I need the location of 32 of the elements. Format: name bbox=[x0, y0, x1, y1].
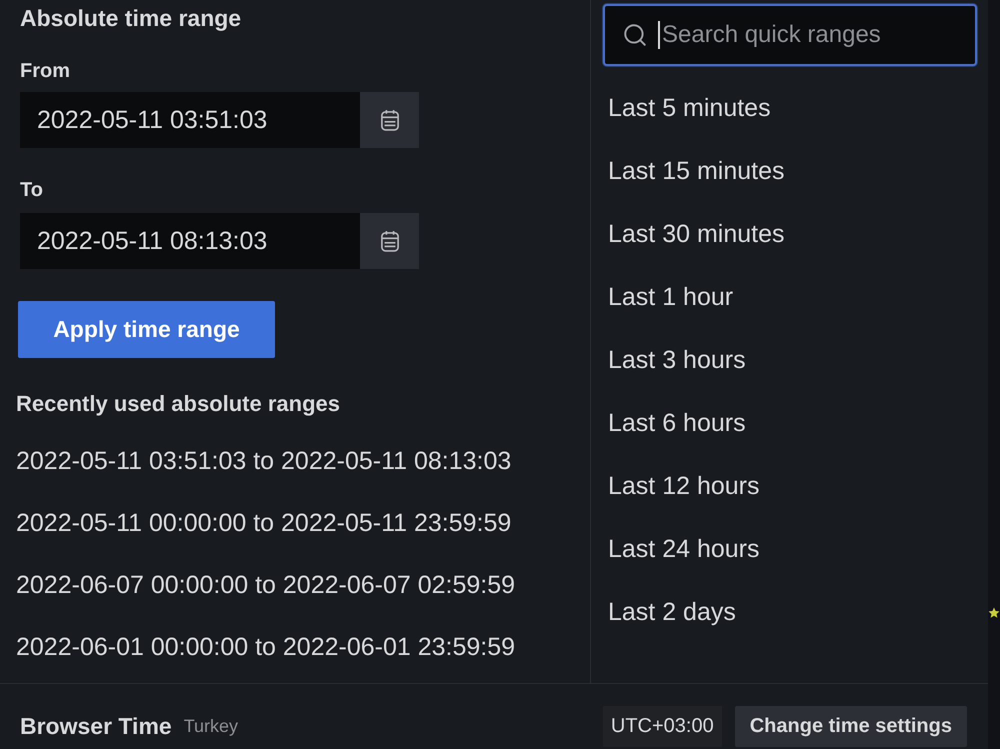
date-input[interactable]: 2022-05-11 08:13:03 bbox=[20, 213, 360, 269]
change-settings-button[interactable]: Change time settings bbox=[734, 706, 967, 746]
quick-range-item[interactable]: Last 15 minutes bbox=[591, 140, 988, 203]
timezone-name: Turkey bbox=[184, 714, 238, 738]
utc-offset: UTC+03:00 bbox=[602, 706, 722, 746]
field-label: From bbox=[20, 59, 70, 83]
calendar-button[interactable] bbox=[360, 92, 419, 148]
quick-range-item[interactable]: Last 30 minutes bbox=[591, 203, 988, 266]
calendar-button[interactable] bbox=[360, 213, 419, 269]
apply-button[interactable]: Apply time range bbox=[18, 301, 275, 358]
quick-range-item[interactable]: Last 12 hours bbox=[591, 455, 988, 518]
quick-range-item[interactable]: Last 6 hours bbox=[591, 392, 988, 455]
recent-range-item[interactable]: 2022-05-11 03:51:03 to 2022-05-11 08:13:03 bbox=[16, 446, 512, 476]
recent-range-item[interactable]: 2022-06-07 00:00:00 to 2022-06-07 02:59:59 bbox=[16, 570, 516, 600]
text-cursor-icon bbox=[658, 21, 660, 49]
quick-range-item[interactable]: Last 3 hours bbox=[591, 329, 988, 392]
search-field[interactable]: Search quick ranges bbox=[603, 4, 977, 66]
date-input[interactable]: 2022-05-11 03:51:03 bbox=[20, 92, 360, 148]
quick-range-item[interactable]: Last 2 days bbox=[591, 581, 988, 644]
calendar-icon bbox=[380, 230, 398, 252]
field-label: To bbox=[20, 178, 43, 202]
section-title: Recently used absolute ranges bbox=[16, 390, 340, 418]
recent-range-item[interactable]: 2022-05-11 00:00:00 to 2022-05-11 23:59:59 bbox=[16, 508, 512, 538]
recent-range-item[interactable]: 2022-06-01 00:00:00 to 2022-06-01 23:59:59 bbox=[16, 632, 516, 662]
quick-range-item[interactable]: Last 5 minutes bbox=[591, 77, 988, 140]
timezone-label: Browser Time bbox=[20, 712, 172, 741]
search-icon bbox=[622, 22, 648, 48]
quick-range-item[interactable]: Last 24 hours bbox=[591, 518, 988, 581]
quick-range-item[interactable]: Last 1 hour bbox=[591, 266, 988, 329]
section-title: Absolute time range bbox=[20, 4, 242, 32]
star-icon bbox=[988, 607, 1000, 619]
calendar-icon bbox=[380, 109, 398, 131]
